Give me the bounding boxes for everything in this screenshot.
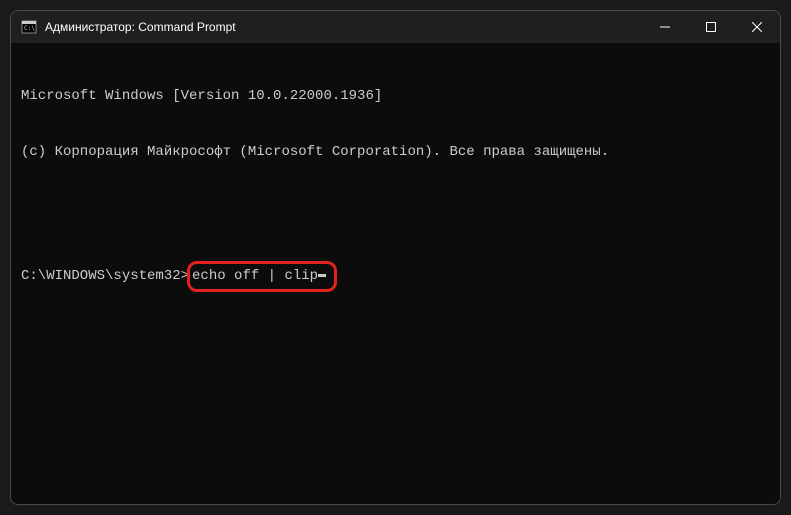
minimize-button[interactable] bbox=[642, 11, 688, 43]
command-highlight: echo off | clip bbox=[187, 261, 337, 292]
prompt-line: C:\WINDOWS\system32>echo off | clip bbox=[21, 261, 770, 292]
cmd-icon: C:\ bbox=[21, 19, 37, 35]
command-prompt-window: C:\ Администратор: Command Prompt bbox=[10, 10, 781, 505]
terminal-output[interactable]: Microsoft Windows [Version 10.0.22000.19… bbox=[11, 43, 780, 504]
maximize-button[interactable] bbox=[688, 11, 734, 43]
close-button[interactable] bbox=[734, 11, 780, 43]
window-controls bbox=[642, 11, 780, 43]
text-cursor bbox=[318, 274, 326, 277]
svg-text:C:\: C:\ bbox=[24, 25, 35, 32]
version-line: Microsoft Windows [Version 10.0.22000.19… bbox=[21, 87, 770, 106]
blank-line bbox=[21, 200, 770, 219]
window-title: Администратор: Command Prompt bbox=[45, 20, 642, 34]
copyright-line: (c) Корпорация Майкрософт (Microsoft Cor… bbox=[21, 143, 770, 162]
prompt-path: C:\WINDOWS\system32> bbox=[21, 267, 189, 286]
command-text: echo off | clip bbox=[192, 267, 318, 286]
titlebar[interactable]: C:\ Администратор: Command Prompt bbox=[11, 11, 780, 43]
